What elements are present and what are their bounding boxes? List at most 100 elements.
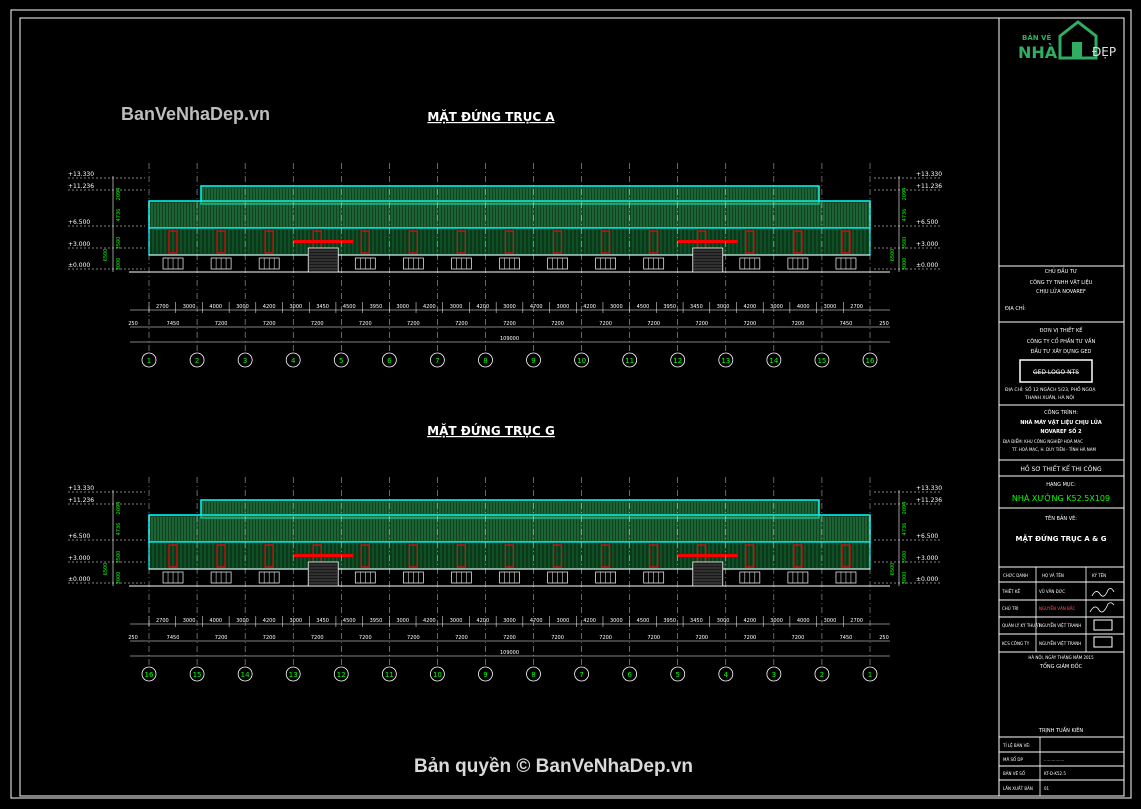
dim-text-top: 3950 bbox=[370, 618, 383, 624]
dim-text-mid: 7200 bbox=[407, 321, 420, 327]
door-canopy bbox=[677, 554, 738, 557]
vertical-dim-right: 6500 bbox=[890, 563, 896, 576]
vertical-dim-left: 3500 bbox=[116, 551, 122, 564]
level-left: ±0.000 bbox=[68, 262, 90, 269]
axis-label: 9 bbox=[483, 671, 487, 679]
drawing-no-value: KT-D-K52.5 bbox=[1044, 771, 1066, 776]
dim-text-mid: 7200 bbox=[359, 635, 372, 641]
axis-label: 9 bbox=[531, 357, 535, 365]
signature-2 bbox=[1089, 602, 1115, 613]
axis-label: 13 bbox=[289, 671, 298, 679]
dim-text-mid: 7200 bbox=[263, 321, 276, 327]
sig-header-role: CHỨC DANH bbox=[1003, 573, 1028, 578]
code-value: ................ bbox=[1044, 757, 1064, 762]
dim-text-mid: 7450 bbox=[167, 635, 180, 641]
axis-label: 16 bbox=[866, 357, 875, 365]
level-left: +13.330 bbox=[68, 171, 94, 178]
director-label: TỔNG GIÁM ĐỐC bbox=[1039, 662, 1083, 670]
owner-address: ĐỊA CHỈ: bbox=[1005, 304, 1026, 312]
dim-text-top: 3000 bbox=[717, 304, 730, 310]
dim-text-top: 4200 bbox=[476, 304, 489, 310]
level-left: +11.236 bbox=[68, 497, 94, 504]
axis-label: 5 bbox=[675, 671, 679, 679]
sig-name-1: VŨ VĂN ĐỨC bbox=[1039, 589, 1065, 594]
drawing-no-label: BẢN VẼ SỐ bbox=[1003, 771, 1025, 776]
dim-text-top: 3000 bbox=[610, 618, 623, 624]
dim-text-top: 3000 bbox=[236, 304, 249, 310]
axis-label: 15 bbox=[817, 357, 826, 365]
dim-text-top: 3000 bbox=[450, 304, 463, 310]
axis-label: 16 bbox=[145, 671, 154, 679]
dim-text-top: 4000 bbox=[797, 618, 810, 624]
elevation-title: MẶT ĐỨNG TRỤC A bbox=[427, 109, 555, 124]
dim-text-top: 3000 bbox=[824, 304, 837, 310]
dim-text-top: 3000 bbox=[610, 304, 623, 310]
sig-header-sign: KÝ TÊN bbox=[1092, 573, 1106, 578]
level-right: +13.330 bbox=[916, 171, 942, 178]
dim-text-top: 3000 bbox=[396, 304, 409, 310]
axis-label: 10 bbox=[433, 671, 442, 679]
axis-label: 6 bbox=[627, 671, 632, 679]
axis-label: 2 bbox=[820, 671, 824, 679]
logo-line2: NHÀ bbox=[1018, 43, 1058, 62]
vertical-dim-right: 3500 bbox=[902, 551, 908, 564]
axis-label: 6 bbox=[387, 357, 392, 365]
axis-label: 4 bbox=[724, 671, 729, 679]
signature-1 bbox=[1091, 588, 1115, 597]
dim-text-mid: 7200 bbox=[599, 635, 612, 641]
vertical-dim-right: 3000 bbox=[902, 258, 908, 271]
dim-text-mid: 7450 bbox=[840, 635, 853, 641]
dim-text-mid: 250 bbox=[128, 321, 138, 327]
brand-logo: BẢN VẼ NHÀ ĐẸP bbox=[1018, 20, 1116, 62]
dim-text-top: 4200 bbox=[743, 618, 756, 624]
dim-text-top: 2700 bbox=[850, 304, 863, 310]
dim-text-mid: 7200 bbox=[263, 635, 276, 641]
dim-text-top: 4000 bbox=[209, 304, 222, 310]
vertical-dim-left: 3000 bbox=[116, 572, 122, 585]
axis-label: 14 bbox=[769, 357, 778, 365]
vertical-dim-left: 6500 bbox=[103, 563, 109, 576]
watermark-bottom: Bản quyền © BanVeNhaDep.vn bbox=[414, 756, 694, 777]
axis-label: 14 bbox=[241, 671, 250, 679]
dim-text-top: 3000 bbox=[824, 618, 837, 624]
vertical-dim-right: 4736 bbox=[902, 523, 908, 536]
dim-text-top: 3450 bbox=[690, 304, 703, 310]
dim-text-top: 4200 bbox=[263, 304, 276, 310]
logo-line1: BẢN VẼ bbox=[1022, 32, 1051, 42]
sig-name-2: NGUYỄN VĂN BẮC bbox=[1039, 606, 1075, 611]
title-block: BẢN VẼ NHÀ ĐẸP CHỦ ĐẦU TƯ CÔNG TY TNHH V… bbox=[998, 18, 1124, 796]
sig-role-3: QUẢN LÝ KỸ THUẬT bbox=[1002, 623, 1041, 628]
dim-text-top: 3000 bbox=[503, 618, 516, 624]
project-location-2: TT. HOÀ MẠC, H. DUY TIÊN - TỈNH HÀ NAM bbox=[1011, 447, 1096, 452]
dim-text-top: 4000 bbox=[209, 618, 222, 624]
dim-text-mid: 7200 bbox=[503, 635, 516, 641]
dim-text-mid: 7200 bbox=[551, 635, 564, 641]
dim-text-mid: 7200 bbox=[311, 635, 324, 641]
axis-label: 7 bbox=[435, 357, 439, 365]
dim-text-top: 3000 bbox=[290, 618, 303, 624]
axis-label: 1 bbox=[868, 671, 872, 679]
axis-label: 3 bbox=[772, 671, 776, 679]
axis-label: 8 bbox=[531, 671, 535, 679]
level-right: +3.000 bbox=[916, 241, 938, 248]
dim-text-top: 4500 bbox=[343, 304, 356, 310]
axis-label: 11 bbox=[385, 671, 394, 679]
watermark-top: BanVeNhaDep.vn bbox=[121, 104, 271, 124]
dim-text-mid: 7200 bbox=[407, 635, 420, 641]
dim-text-top: 2700 bbox=[156, 618, 169, 624]
axis-label: 15 bbox=[193, 671, 202, 679]
dim-text-top: 3950 bbox=[663, 304, 676, 310]
level-left: +6.500 bbox=[68, 219, 90, 226]
vertical-dim-left: 3500 bbox=[116, 237, 122, 250]
inner-frame bbox=[19, 17, 1125, 797]
vertical-dim-right: 2094 bbox=[902, 502, 908, 515]
dim-text-top: 3000 bbox=[183, 618, 196, 624]
axis-label: 12 bbox=[673, 357, 682, 365]
elevation-title: MẶT ĐỨNG TRỤC G bbox=[427, 423, 555, 438]
dim-text-top: 4700 bbox=[530, 618, 543, 624]
project-name: NHÀ MÁY VẬT LIỆU CHỊU LỬA bbox=[1020, 418, 1102, 426]
dim-text-top: 4200 bbox=[583, 304, 596, 310]
axis-label: 1 bbox=[147, 357, 151, 365]
axis-label: 7 bbox=[579, 671, 583, 679]
axis-label: 2 bbox=[195, 357, 199, 365]
